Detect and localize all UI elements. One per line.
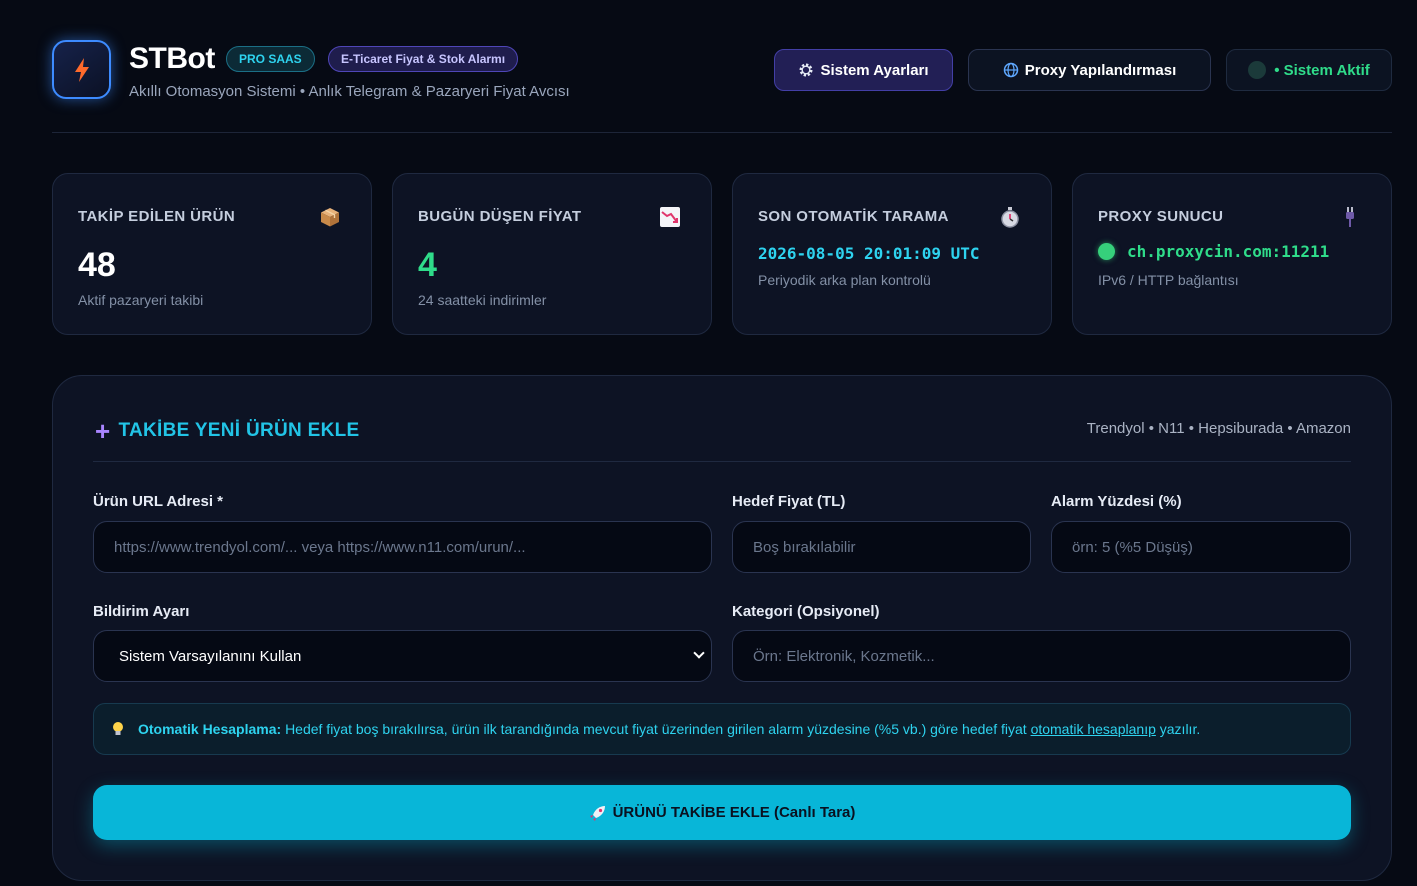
auto-calc-info: Otomatik Hesaplama: Hedef fiyat boş bıra… (93, 703, 1351, 755)
notify-setting-select[interactable]: Sistem Varsayılanını Kullan (93, 630, 712, 682)
stat-label: SON OTOMATİK TARAMA (758, 208, 949, 225)
add-to-tracking-button[interactable]: ÜRÜNÜ TAKİBE EKLE (Canlı Tara) (93, 785, 1351, 840)
proxy-config-label: Proxy Yapılandırması (1024, 61, 1177, 79)
add-to-tracking-label: ÜRÜNÜ TAKİBE EKLE (Canlı Tara) (612, 804, 856, 821)
stat-label: BUGÜN DÜŞEN FİYAT (418, 208, 582, 225)
logo (52, 40, 111, 99)
system-status-button[interactable]: • Sistem Aktif (1226, 49, 1392, 91)
page: STBot PRO SAAS E-Ticaret Fiyat & Stok Al… (0, 0, 1417, 886)
panel-title-text: TAKİBE YENİ ÜRÜN EKLE (118, 420, 360, 441)
system-settings-label: Sistem Ayarları (820, 61, 929, 79)
add-product-panel: + TAKİBE YENİ ÜRÜN EKLE Trendyol • N11 •… (52, 375, 1392, 881)
category-input[interactable]: Örn: Elektronik, Kozmetik... (732, 630, 1351, 682)
lightning-icon (74, 57, 89, 82)
stopwatch-icon (999, 206, 1021, 234)
info-bold: Otomatik Hesaplama: (138, 721, 282, 737)
stat-card-proxy: PROXY SUNUCU ch.proxycin.com:11211 IPv6 … (1072, 173, 1392, 335)
lightbulb-icon (113, 722, 123, 735)
alarm-percent-input[interactable]: örn: 5 (%5 Düşüş) (1051, 521, 1351, 573)
info-body: Hedef fiyat boş bırakılırsa, ürün ilk ta… (285, 721, 1027, 737)
system-settings-button[interactable]: Sistem Ayarları (774, 49, 953, 91)
proxy-config-button[interactable]: Proxy Yapılandırması (968, 49, 1211, 91)
panel-title: + TAKİBE YENİ ÜRÜN EKLE (95, 418, 360, 444)
brand-subtitle: Akıllı Otomasyon Sistemi • Anlık Telegra… (129, 83, 570, 100)
stat-label: TAKİP EDİLEN ÜRÜN (78, 208, 236, 225)
globe-icon (1003, 62, 1019, 78)
info-text: Otomatik Hesaplama: Hedef fiyat boş bıra… (138, 721, 1200, 737)
proxy-address: ch.proxycin.com:11211 (1127, 242, 1330, 261)
plus-icon: + (95, 416, 111, 446)
target-price-input[interactable]: Boş bırakılabilir (732, 521, 1031, 573)
stat-footnote: 24 saatteki indirimler (418, 292, 547, 308)
category-label: Kategori (Opsiyonel) (732, 603, 880, 620)
supported-markets: Trendyol • N11 • Hepsiburada • Amazon (1086, 420, 1351, 437)
stat-value: 48 (78, 246, 116, 284)
stat-footnote: Periyodik arka plan kontrolü (758, 272, 931, 288)
gear-icon (799, 63, 813, 77)
alarm-percent-label: Alarm Yüzdesi (%) (1051, 493, 1182, 510)
brand-title: STBot (129, 42, 215, 75)
stat-card-price-drop: BUGÜN DÜŞEN FİYAT 4 24 saatteki indiriml… (392, 173, 712, 335)
target-price-label: Hedef Fiyat (TL) (732, 493, 846, 510)
stat-footnote: Aktif pazaryeri takibi (78, 292, 204, 308)
status-dot-icon (1248, 61, 1267, 79)
chevron-down-icon (693, 647, 705, 659)
stat-value: 4 (418, 246, 437, 284)
online-dot-icon (1098, 243, 1115, 260)
package-icon (319, 206, 341, 234)
alarm-percent-placeholder: örn: 5 (%5 Düşüş) (1072, 538, 1193, 556)
target-price-placeholder: Boş bırakılabilir (753, 538, 856, 556)
stat-label: PROXY SUNUCU (1098, 208, 1224, 225)
header-divider (52, 132, 1392, 133)
plug-icon (1339, 206, 1361, 234)
ecommerce-badge: E-Ticaret Fiyat & Stok Alarmı (328, 46, 519, 72)
system-status-label: • Sistem Aktif (1274, 61, 1370, 79)
panel-divider (93, 461, 1351, 462)
proxy-status-row: ch.proxycin.com:11211 (1098, 242, 1329, 261)
notify-setting-label: Bildirim Ayarı (93, 603, 190, 620)
pro-badge: PRO SAAS (226, 46, 315, 72)
info-link[interactable]: otomatik hesaplanıp (1031, 721, 1156, 737)
url-placeholder: https://www.trendyol.com/... veya https:… (114, 538, 526, 556)
stat-card-tracked: TAKİP EDİLEN ÜRÜN 48 Aktif pazaryeri tak… (52, 173, 372, 335)
stat-footnote: IPv6 / HTTP bağlantısı (1098, 272, 1239, 288)
chart-down-icon (659, 206, 681, 234)
url-field-label: Ürün URL Adresi * (93, 493, 224, 510)
url-input[interactable]: https://www.trendyol.com/... veya https:… (93, 521, 712, 573)
last-scan-time: 2026-08-05 20:01:09 UTC (758, 244, 980, 263)
stat-card-last-scan: SON OTOMATİK TARAMA 2026-08-05 20:01:09 … (732, 173, 1052, 335)
notify-setting-value: Sistem Varsayılanını Kullan (119, 647, 302, 665)
info-end: yazılır. (1159, 721, 1201, 737)
rocket-icon (589, 805, 605, 821)
category-placeholder: Örn: Elektronik, Kozmetik... (753, 647, 935, 665)
